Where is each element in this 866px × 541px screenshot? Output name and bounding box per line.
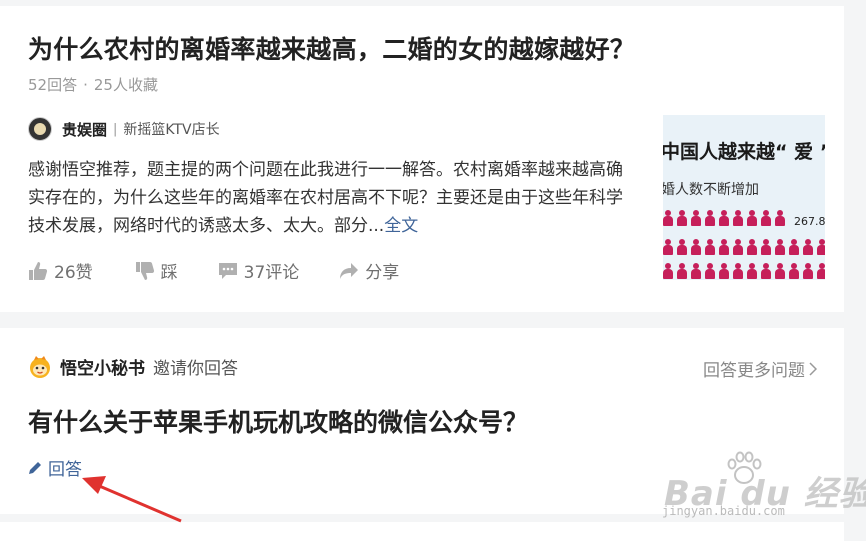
watermark-url: jingyan.baidu.com — [662, 504, 785, 518]
baidu-watermark: Bai du 经验 jingyan.baidu.com — [660, 450, 866, 522]
